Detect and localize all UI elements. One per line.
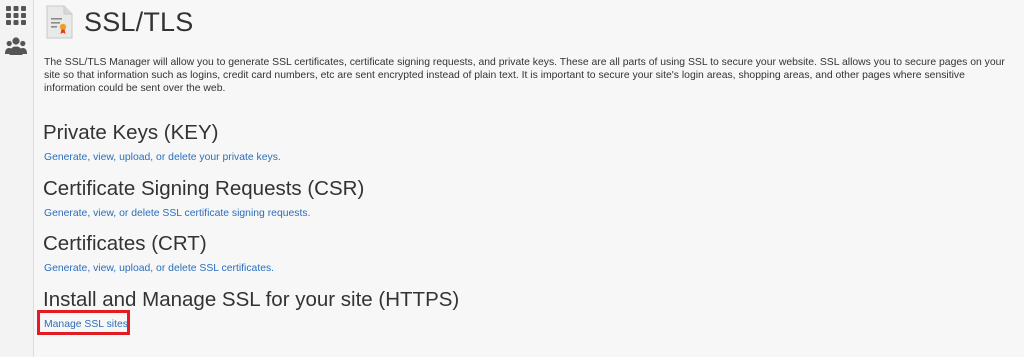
ssl-certificate-icon <box>44 5 74 39</box>
certificates-link[interactable]: Generate, view, upload, or delete SSL ce… <box>44 263 274 274</box>
highlight-box <box>37 310 130 335</box>
sidebar <box>0 0 34 357</box>
private-keys-link[interactable]: Generate, view, upload, or delete your p… <box>44 152 281 163</box>
main-content: SSL/TLS The SSL/TLS Manager will allow y… <box>34 0 1024 357</box>
grid-apps-icon[interactable] <box>5 4 27 26</box>
install-manage-ssl-heading: Install and Manage SSL for your site (HT… <box>43 288 460 311</box>
users-group-icon[interactable] <box>5 35 27 57</box>
certificates-heading: Certificates (CRT) <box>43 232 207 255</box>
page-header: SSL/TLS <box>44 4 193 40</box>
csr-link[interactable]: Generate, view, or delete SSL certificat… <box>44 208 310 219</box>
private-keys-heading: Private Keys (KEY) <box>43 121 219 144</box>
page-title: SSL/TLS <box>84 6 194 37</box>
intro-description: The SSL/TLS Manager will allow you to ge… <box>44 57 1005 94</box>
csr-heading: Certificate Signing Requests (CSR) <box>43 177 365 200</box>
